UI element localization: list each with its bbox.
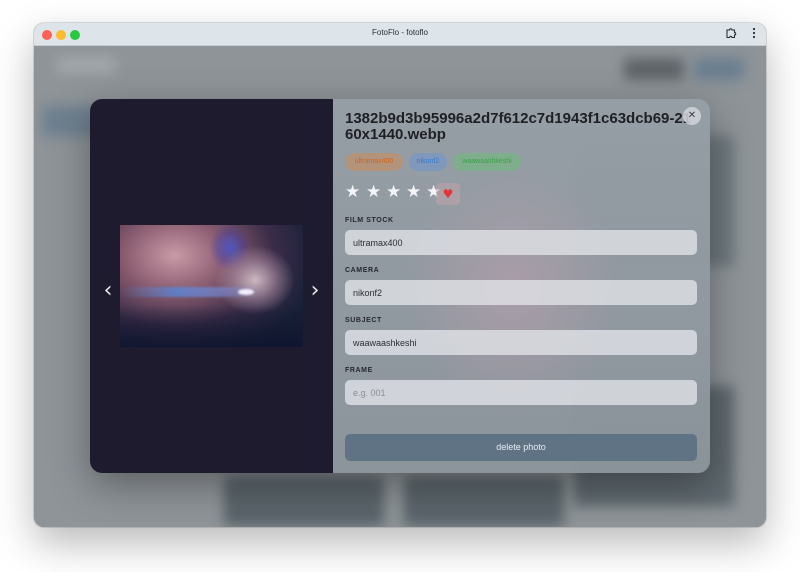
frame-field[interactable]: [345, 380, 697, 405]
photo-viewer-pane: ‹ ›: [90, 99, 333, 473]
camera-label: CAMERA: [345, 267, 380, 274]
heart-icon[interactable]: ♥: [436, 183, 460, 205]
previous-photo-icon[interactable]: ‹: [98, 279, 118, 303]
photo-preview: [120, 225, 303, 347]
next-photo-icon[interactable]: ›: [305, 279, 325, 303]
star-icon[interactable]: ★: [366, 183, 382, 201]
kebab-menu-icon[interactable]: [747, 27, 761, 41]
star-icon[interactable]: ★: [345, 183, 361, 201]
photo-detail-modal: ‹ › 1382b9d3b95996a2d7f612c7d1943f1c63dc…: [90, 99, 710, 473]
close-icon[interactable]: ✕: [683, 107, 701, 125]
subject-label: SUBJECT: [345, 317, 382, 324]
tag-chip[interactable]: waawaashkeshi: [453, 153, 521, 171]
subject-field[interactable]: [345, 330, 697, 355]
browser-window: FotoFlo - fotoflo ‹ › 1382b9d3b95996a2d7…: [34, 23, 766, 527]
window-title: FotoFlo - fotoflo: [371, 28, 429, 37]
star-icon[interactable]: ★: [386, 183, 402, 201]
delete-photo-button[interactable]: delete photo: [345, 434, 697, 461]
photo-details-pane: 1382b9d3b95996a2d7f612c7d1943f1c63dcb69-…: [333, 99, 710, 473]
star-icon[interactable]: ★: [406, 183, 422, 201]
tag-chip[interactable]: nikonf2: [409, 153, 447, 171]
camera-field[interactable]: [345, 280, 697, 305]
frame-label: FRAME: [345, 367, 373, 374]
photo-filename: 1382b9d3b95996a2d7f612c7d1943f1c63dcb69-…: [345, 110, 692, 143]
title-bar: FotoFlo - fotoflo: [34, 23, 766, 46]
film-stock-label: FILM STOCK: [345, 217, 394, 224]
film-stock-field[interactable]: [345, 230, 697, 255]
tag-chip[interactable]: ultramax400: [345, 153, 403, 171]
puzzle-piece-icon[interactable]: [724, 27, 738, 41]
